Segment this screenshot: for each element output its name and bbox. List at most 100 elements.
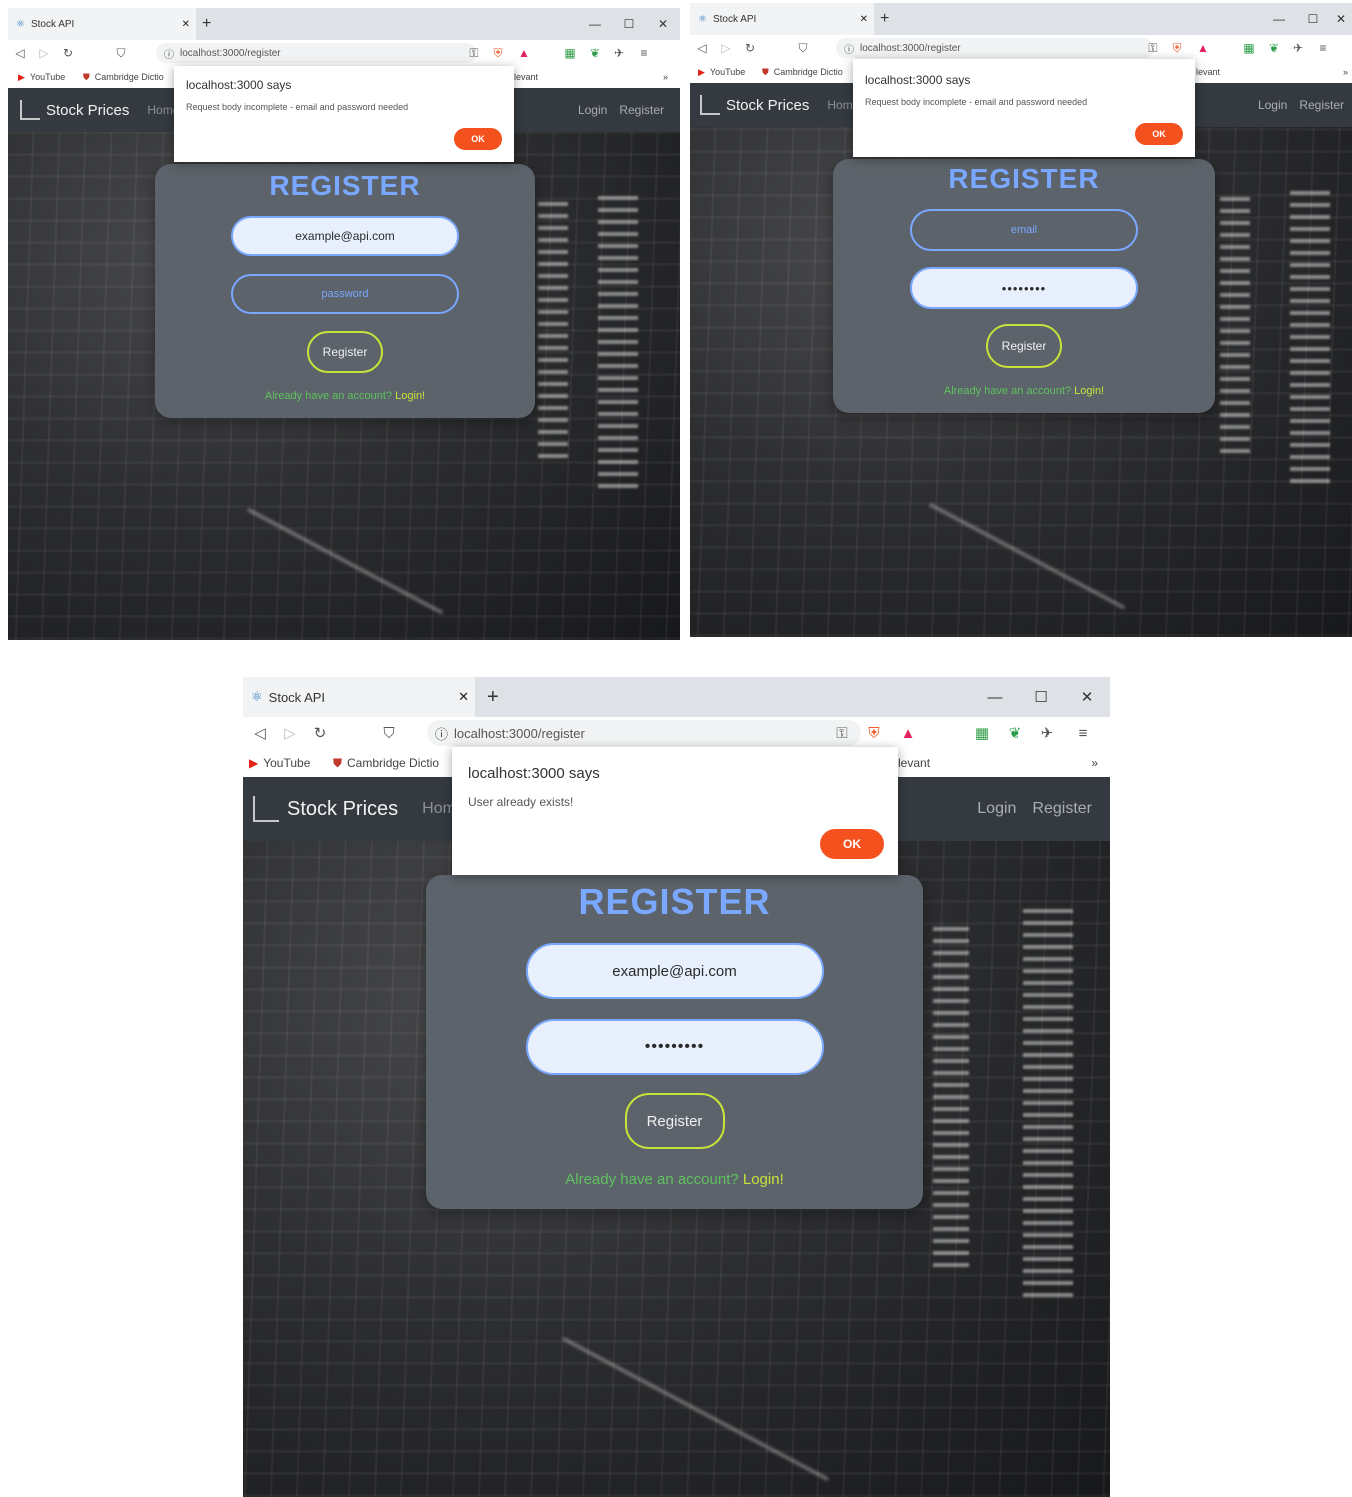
login-link[interactable]: Login! (395, 390, 425, 402)
ok-button[interactable]: OK (820, 829, 884, 859)
bookmark-icon[interactable]: ⛉ (106, 46, 136, 61)
back-icon[interactable]: ◁ (245, 724, 275, 742)
menu-icon[interactable]: ≡ (631, 46, 657, 60)
brand[interactable]: Stock Prices (700, 95, 809, 115)
browser-window-1: ⚛ Stock API ✕ + — ☐ ✕ ◁ ▷ ↻ ⛉ ⓘ localhos… (8, 8, 680, 640)
brave-rewards-icon[interactable]: ▲ (891, 725, 925, 742)
browser-tab[interactable]: ⚛ Stock API ✕ (243, 677, 475, 717)
maximize-icon[interactable]: ☐ (612, 17, 646, 31)
bookmark-overflow-item[interactable]: levant (898, 749, 930, 777)
register-button[interactable]: Register (307, 331, 383, 373)
calendar-extension-icon[interactable]: ▦ (1236, 41, 1262, 55)
browser-tab[interactable]: ⚛ Stock API ✕ (690, 3, 874, 35)
bookmarks-more-icon[interactable]: » (663, 66, 668, 88)
new-tab-icon[interactable]: + (202, 8, 211, 40)
close-window-icon[interactable]: ✕ (646, 17, 680, 31)
menu-icon[interactable]: ≡ (1063, 725, 1103, 742)
brave-shield-icon[interactable]: ⛨ (485, 46, 511, 61)
bookmarks-more-icon[interactable]: » (1343, 61, 1348, 83)
bookmark-icon[interactable]: ⛉ (369, 725, 409, 742)
nav-login-link[interactable]: Login (578, 103, 607, 117)
tab-close-icon[interactable]: ✕ (182, 19, 190, 30)
pin-extension-icon[interactable]: ✈ (1286, 41, 1310, 55)
minimize-icon[interactable]: — (1262, 12, 1296, 26)
dialog-title: localhost:3000 says (468, 765, 600, 782)
bookmark-overflow-item[interactable]: levant (1196, 61, 1220, 83)
forward-icon[interactable]: ▷ (275, 724, 305, 742)
email-field[interactable]: email (910, 209, 1138, 251)
brave-shield-icon[interactable]: ⛨ (1164, 41, 1190, 56)
browser-tab[interactable]: ⚛ Stock API ✕ (8, 8, 196, 40)
evernote-icon[interactable]: ❦ (1262, 41, 1286, 55)
nav-login-link[interactable]: Login (1258, 98, 1287, 112)
address-bar[interactable]: ⓘ localhost:3000/register (427, 720, 861, 746)
ok-button[interactable]: OK (454, 128, 502, 150)
close-window-icon[interactable]: ✕ (1330, 12, 1352, 26)
key-icon[interactable]: ⚿ (463, 46, 485, 61)
brave-shield-icon[interactable]: ⛨ (857, 725, 891, 742)
new-tab-icon[interactable]: + (487, 677, 499, 717)
bookmark-cambridge[interactable]: ⛊ Cambridge Dictio (762, 61, 843, 83)
password-field[interactable]: password (231, 274, 459, 314)
evernote-icon[interactable]: ❦ (583, 46, 607, 60)
site-info-icon[interactable]: ⓘ (164, 46, 174, 61)
alert-dialog: localhost:3000 says Request body incompl… (174, 66, 514, 162)
reload-icon[interactable]: ↻ (56, 46, 80, 60)
bookmark-youtube[interactable]: ▶ YouTube (698, 61, 745, 83)
minimize-icon[interactable]: — (578, 17, 612, 31)
key-icon[interactable]: ⚿ (1142, 41, 1164, 56)
tab-close-icon[interactable]: ✕ (458, 689, 469, 705)
brave-rewards-icon[interactable]: ▲ (511, 46, 537, 60)
close-window-icon[interactable]: ✕ (1064, 688, 1110, 706)
reload-icon[interactable]: ↻ (305, 724, 335, 742)
back-icon[interactable]: ◁ (8, 46, 32, 60)
react-favicon-icon: ⚛ (698, 13, 707, 25)
address-bar[interactable]: ⓘ localhost:3000/register (156, 43, 476, 63)
address-bar[interactable]: ⓘ localhost:3000/register (836, 38, 1154, 58)
evernote-icon[interactable]: ❦ (999, 724, 1031, 742)
site-info-icon[interactable]: ⓘ (844, 41, 854, 56)
back-icon[interactable]: ◁ (690, 41, 714, 55)
maximize-icon[interactable]: ☐ (1018, 688, 1064, 706)
password-field[interactable]: ••••••••• (525, 1019, 824, 1075)
minimize-icon[interactable]: — (972, 689, 1018, 706)
forward-icon[interactable]: ▷ (714, 41, 738, 55)
new-tab-icon[interactable]: + (880, 3, 889, 35)
react-favicon-icon: ⚛ (16, 18, 25, 30)
password-field[interactable]: •••••••• (910, 267, 1138, 309)
bookmark-cambridge[interactable]: ⛊ Cambridge Dictio (83, 66, 164, 88)
bookmark-label: Cambridge Dictio (773, 67, 843, 77)
key-icon[interactable]: ⚿ (827, 725, 857, 742)
bookmark-youtube[interactable]: ▶ YouTube (249, 749, 310, 777)
tab-close-icon[interactable]: ✕ (860, 14, 868, 25)
calendar-extension-icon[interactable]: ▦ (965, 724, 999, 742)
nav-login-link[interactable]: Login (977, 800, 1016, 818)
login-link[interactable]: Login! (743, 1171, 784, 1188)
pin-extension-icon[interactable]: ✈ (1031, 724, 1063, 742)
email-field[interactable]: example@api.com (231, 216, 459, 256)
login-link[interactable]: Login! (1074, 385, 1104, 397)
maximize-icon[interactable]: ☐ (1296, 12, 1330, 26)
brave-rewards-icon[interactable]: ▲ (1190, 41, 1216, 55)
calendar-extension-icon[interactable]: ▦ (557, 46, 583, 60)
bookmarks-more-icon[interactable]: » (1091, 749, 1098, 777)
pin-extension-icon[interactable]: ✈ (607, 46, 631, 60)
register-button[interactable]: Register (986, 324, 1062, 368)
register-button[interactable]: Register (624, 1093, 725, 1149)
nav-register-link[interactable]: Register (1032, 800, 1092, 818)
bookmark-youtube[interactable]: ▶ YouTube (18, 66, 65, 88)
brand[interactable]: Stock Prices (20, 100, 129, 120)
menu-icon[interactable]: ≡ (1310, 41, 1336, 55)
nav-register-link[interactable]: Register (619, 103, 664, 117)
email-field[interactable]: example@api.com (525, 943, 824, 999)
site-info-icon[interactable]: ⓘ (435, 724, 448, 743)
nav-register-link[interactable]: Register (1299, 98, 1344, 112)
cambridge-icon: ⛊ (762, 66, 769, 77)
reload-icon[interactable]: ↻ (738, 41, 762, 55)
bookmark-cambridge[interactable]: ⛊ Cambridge Dictio (333, 749, 439, 777)
bookmark-overflow-item[interactable]: levant (514, 66, 538, 88)
brand[interactable]: Stock Prices (253, 796, 398, 822)
ok-button[interactable]: OK (1135, 123, 1183, 145)
bookmark-icon[interactable]: ⛉ (788, 41, 818, 56)
forward-icon[interactable]: ▷ (32, 46, 56, 60)
